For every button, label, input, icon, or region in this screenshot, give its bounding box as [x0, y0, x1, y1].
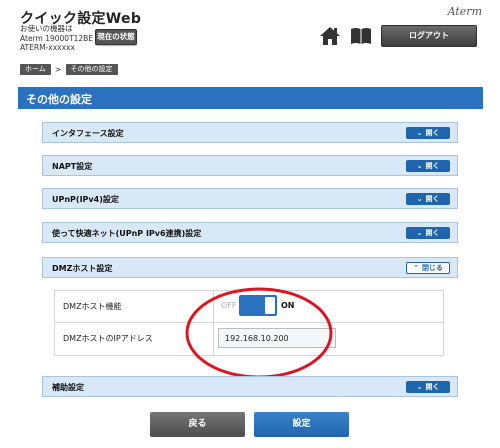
breadcrumb: ホーム > その他の設定	[20, 63, 118, 75]
device-label: お使いの機器は	[20, 24, 73, 33]
chevron-down-icon: ⌄	[416, 383, 423, 391]
chevron-down-icon: ⌄	[416, 129, 423, 137]
home-icon[interactable]	[319, 26, 341, 46]
panel-auxiliary-settings[interactable]: 補助設定 ⌄ 開く	[42, 376, 458, 397]
manual-icon[interactable]	[350, 27, 372, 45]
panel-interface-settings[interactable]: インタフェース設定 ⌄ 開く	[42, 122, 458, 143]
page-title-bar: その他の設定	[18, 87, 483, 109]
panel-title: インタフェース設定	[52, 129, 124, 138]
header: クイック設定Web お使いの機器は Aterm 19000T12BE ATERM…	[0, 0, 500, 56]
chevron-down-icon: ⌄	[416, 195, 423, 203]
collapse-button-label: 閉じる	[421, 264, 443, 272]
expand-button[interactable]: ⌄ 開く	[406, 227, 450, 239]
expand-button[interactable]: ⌄ 開く	[406, 160, 450, 172]
panel-title: NAPT設定	[52, 162, 93, 171]
logout-button[interactable]: ログアウト	[381, 25, 477, 47]
page-title: その他の設定	[26, 93, 92, 106]
device-info: お使いの機器は Aterm 19000T12BE ATERM-xxxxxx	[20, 24, 93, 53]
expand-button[interactable]: ⌄ 開く	[406, 127, 450, 139]
device-model: Aterm 19000T12BE	[20, 33, 94, 43]
expand-button-label: 開く	[425, 229, 440, 237]
device-id: ATERM-xxxxxx	[20, 43, 75, 52]
panel-title: DMZホスト設定	[52, 264, 113, 273]
expand-button-label: 開く	[425, 195, 440, 203]
panel-title: 補助設定	[52, 383, 84, 392]
breadcrumb-separator: >	[54, 64, 62, 74]
submit-button[interactable]: 設定	[254, 412, 349, 437]
expand-button[interactable]: ⌄ 開く	[406, 381, 450, 393]
expand-button[interactable]: ⌄ 開く	[406, 193, 450, 205]
panel-upnp-ipv4-settings[interactable]: UPnP(IPv4)設定 ⌄ 開く	[42, 188, 458, 209]
expand-button-label: 開く	[425, 129, 440, 137]
panel-title: UPnP(IPv4)設定	[52, 195, 119, 204]
collapse-button[interactable]: ⌃ 閉じる	[406, 262, 450, 274]
expand-button-label: 開く	[425, 383, 440, 391]
panel-upnp-ipv6-settings[interactable]: 使って快適ネット(UPnP IPv6連携)設定 ⌄ 開く	[42, 222, 458, 243]
back-button[interactable]: 戻る	[150, 412, 245, 437]
expand-button-label: 開く	[425, 162, 440, 170]
breadcrumb-current: その他の設定	[65, 63, 118, 75]
panel-napt-settings[interactable]: NAPT設定 ⌄ 開く	[42, 155, 458, 176]
status-button[interactable]: 現在の状態	[95, 29, 137, 45]
panel-dmz-host-settings[interactable]: DMZホスト設定 ⌃ 閉じる	[42, 257, 458, 278]
panel-title: 使って快適ネット(UPnP IPv6連携)設定	[52, 229, 202, 238]
chevron-up-icon: ⌃	[413, 264, 419, 272]
aterm-logo: Aterm	[447, 5, 482, 18]
breadcrumb-home[interactable]: ホーム	[20, 63, 51, 75]
highlight-circle	[185, 287, 333, 379]
chevron-down-icon: ⌄	[416, 229, 423, 237]
chevron-down-icon: ⌄	[416, 162, 423, 170]
